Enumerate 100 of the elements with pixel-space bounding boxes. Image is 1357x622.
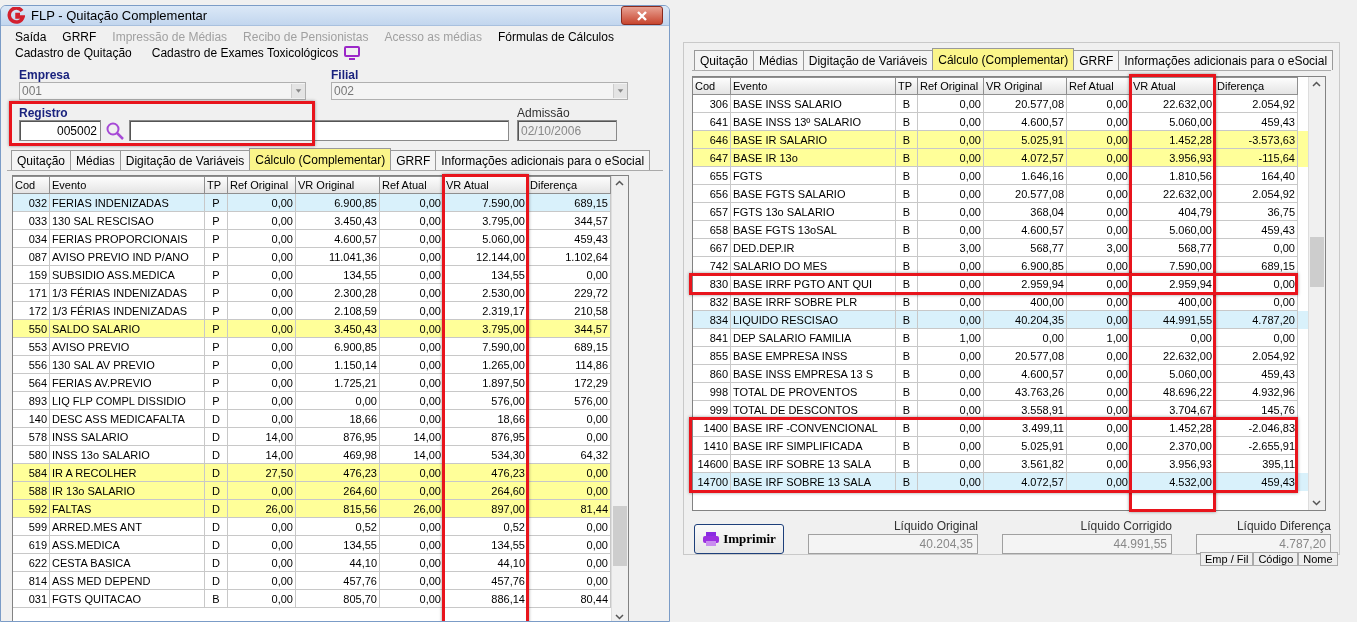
- column-header[interactable]: Nome: [1298, 552, 1338, 566]
- table-cell: 689,15: [1215, 257, 1298, 275]
- column-header[interactable]: Emp / Fil: [1200, 552, 1254, 566]
- table-row[interactable]: 031 FGTS QUITACAO B 0,00 805,70 0,00 886,14 80,44: [13, 590, 611, 608]
- column-header[interactable]: Evento: [50, 176, 205, 194]
- tab[interactable]: Médias: [753, 50, 804, 70]
- field-label: Líquido Diferença: [1236, 519, 1331, 533]
- table-row[interactable]: 159 SUBSIDIO ASS.MEDICA P 0,00 134,55 0,00 134,55 0,00: [13, 266, 611, 284]
- table-row[interactable]: 564 FERIAS AV.PREVIO P 0,00 1.725,21 0,00 1.897,50 172,29: [13, 374, 611, 392]
- tab[interactable]: Quitação: [11, 150, 72, 170]
- table-row[interactable]: 814 ASS MED DEPEND D 0,00 457,76 0,00 457,76 0,00: [13, 572, 611, 590]
- table-cell: 999: [693, 401, 731, 419]
- table-cell: 0,00: [918, 473, 984, 491]
- company-dropdown[interactable]: 001: [19, 82, 306, 100]
- table-row[interactable]: 140 DESC ASS MEDICAFALTA D 0,00 18,66 0,00 18,66 0,00: [13, 410, 611, 428]
- table-row[interactable]: 033 130 SAL RESCISAO P 0,00 3.450,43 0,00 3.795,00 344,57: [13, 212, 611, 230]
- table-cell: BASE IRF SOBRE 13 SALA: [731, 473, 896, 491]
- tab[interactable]: GRRF: [1073, 50, 1120, 70]
- tab[interactable]: Cálculo (Complementar): [249, 148, 392, 170]
- field-label: Registro: [19, 106, 69, 120]
- branch-dropdown[interactable]: 002: [331, 82, 628, 100]
- print-button[interactable]: Imprimir: [694, 524, 784, 554]
- total-field: 4.787,20: [1196, 534, 1331, 554]
- column-header[interactable]: VR Original: [296, 176, 380, 194]
- column-header[interactable]: Código: [1253, 552, 1299, 566]
- scrollbar[interactable]: [1308, 77, 1325, 510]
- table-cell: B: [896, 401, 918, 419]
- table-cell: B: [205, 590, 228, 608]
- column-header[interactable]: VR Atual: [1131, 77, 1215, 95]
- table-cell: BASE IRRF PGTO ANT QUI: [731, 275, 896, 293]
- name-field[interactable]: [129, 120, 509, 141]
- close-icon: [636, 9, 648, 22]
- table-row[interactable]: 622 CESTA BASICA D 0,00 44,10 0,00 44,10 0,00: [13, 554, 611, 572]
- table-cell: 0,00: [918, 401, 984, 419]
- tab[interactable]: Quitação: [694, 50, 755, 70]
- menu-item[interactable]: Cadastro de Quitação: [15, 46, 132, 60]
- table-row[interactable]: 592 FALTAS D 26,00 815,56 26,00 897,00 81,44: [13, 500, 611, 518]
- menu-item[interactable]: Saída: [15, 30, 47, 44]
- table-row[interactable]: 646 BASE IR SALARIO B 0,00 5.025,91 0,00 1.452,28 -3.573,63: [693, 131, 1308, 149]
- field-label: Empresa: [19, 68, 71, 82]
- column-header[interactable]: Diferença: [1215, 77, 1298, 95]
- tab[interactable]: Cálculo (Complementar): [932, 48, 1075, 70]
- table-row[interactable]: 599 ARRED.MES ANT D 0,00 0,52 0,00 0,52 0,00: [13, 518, 611, 536]
- dropdown-icon: [613, 84, 627, 98]
- scrollbar[interactable]: [611, 176, 628, 621]
- registration-field[interactable]: 005002: [19, 120, 101, 141]
- column-header[interactable]: Ref Original: [918, 77, 984, 95]
- total-field: 40.204,35: [808, 534, 978, 554]
- table-row[interactable]: 172 1/3 FÉRIAS INDENIZADAS P 0,00 2.108,59 0,00 2.319,17 210,58: [13, 302, 611, 320]
- tab[interactable]: GRRF: [390, 150, 437, 170]
- tab[interactable]: Informações adicionais para o eSocial: [1118, 50, 1334, 70]
- tab[interactable]: Informações adicionais para o eSocial: [435, 150, 651, 170]
- table-cell: 2.959,94: [1131, 275, 1215, 293]
- column-header[interactable]: Evento: [731, 77, 896, 95]
- table-cell: TOTAL DE DESCONTOS: [731, 401, 896, 419]
- table-row[interactable]: 032 FERIAS INDENIZADAS P 0,00 6.900,85 0,00 7.590,00 689,15: [13, 194, 611, 212]
- table-row[interactable]: 619 ASS.MEDICA D 0,00 134,55 0,00 134,55 0,00: [13, 536, 611, 554]
- table-row[interactable]: 580 INSS 13o SALARIO D 14,00 469,98 14,00 534,30 64,32: [13, 446, 611, 464]
- table-cell: FGTS QUITACAO: [50, 590, 205, 608]
- table-row[interactable]: 556 130 SAL AV PREVIO P 0,00 1.150,14 0,00 1.265,00 114,86: [13, 356, 611, 374]
- table-row[interactable]: 893 LIQ FLP COMPL DISSIDIO P 0,00 0,00 0,00 576,00 576,00: [13, 392, 611, 410]
- table-row[interactable]: 550 SALDO SALARIO P 0,00 3.450,43 0,00 3.795,00 344,57: [13, 320, 611, 338]
- table-row[interactable]: 034 FERIAS PROPORCIONAIS P 0,00 4.600,57 0,00 5.060,00 459,43: [13, 230, 611, 248]
- monitor-icon[interactable]: [344, 46, 361, 60]
- menu-item[interactable]: Cadastro de Exames Toxicológicos: [151, 46, 339, 60]
- column-header[interactable]: Cod: [13, 176, 50, 194]
- column-header[interactable]: Ref Atual: [380, 176, 444, 194]
- column-header[interactable]: VR Original: [984, 77, 1067, 95]
- table-row[interactable]: 584 IR A RECOLHER D 27,50 476,23 0,00 476,23 0,00: [13, 464, 611, 482]
- table-row[interactable]: 588 IR 13o SALARIO D 0,00 264,60 0,00 264,60 0,00: [13, 482, 611, 500]
- menu-item[interactable]: GRRF: [62, 30, 97, 44]
- column-header[interactable]: Cod: [693, 77, 731, 95]
- tab[interactable]: Digitação de Variáveis: [119, 150, 251, 170]
- table-row[interactable]: 171 1/3 FÉRIAS INDENIZADAS P 0,00 2.300,28 0,00 2.530,00 229,72: [13, 284, 611, 302]
- table-row[interactable]: 087 AVISO PREVIO IND P/ANO P 0,00 11.041,36 0,00 12.144,00 1.102,64: [13, 248, 611, 266]
- tab[interactable]: Médias: [70, 150, 121, 170]
- scroll-thumb[interactable]: [1310, 237, 1324, 287]
- table-cell: 805,70: [296, 590, 380, 608]
- column-header[interactable]: TP: [205, 176, 228, 194]
- table-cell: 742: [693, 257, 731, 275]
- table-row[interactable]: 578 INSS SALARIO D 14,00 876,95 14,00 876,95 0,00: [13, 428, 611, 446]
- table-cell: 459,43: [1215, 473, 1298, 491]
- column-header[interactable]: TP: [896, 77, 918, 95]
- column-header[interactable]: Ref Atual: [1067, 77, 1131, 95]
- table-cell: 3.704,67: [1131, 401, 1215, 419]
- table-row[interactable]: 834 LIQUIDO RESCISAO B 0,00 40.204,35 0,00 44.991,55 4.787,20: [693, 311, 1308, 329]
- table-cell: 145,76: [1215, 401, 1298, 419]
- field-label: Líquido Corrigido: [1080, 519, 1172, 533]
- table-row[interactable]: 14700 BASE IRF SOBRE 13 SALA B 0,00 4.072,57 0,00 4.532,00 459,43: [693, 473, 1308, 491]
- table-row[interactable]: 647 BASE IR 13o B 0,00 4.072,57 0,00 3.956,93 -115,64: [693, 149, 1308, 167]
- column-header[interactable]: Diferença: [528, 176, 611, 194]
- tab[interactable]: Digitação de Variáveis: [802, 50, 934, 70]
- scroll-thumb[interactable]: [613, 506, 627, 566]
- table-cell: 0,00: [1067, 275, 1131, 293]
- column-header[interactable]: Ref Original: [228, 176, 296, 194]
- table-cell: 14700: [693, 473, 731, 491]
- search-icon[interactable]: [105, 120, 125, 141]
- close-button[interactable]: [621, 6, 663, 25]
- menu-item[interactable]: Fórmulas de Cálculos: [497, 30, 614, 44]
- table-row[interactable]: 553 AVISO PREVIO P 0,00 6.900,85 0,00 7.590,00 689,15: [13, 338, 611, 356]
